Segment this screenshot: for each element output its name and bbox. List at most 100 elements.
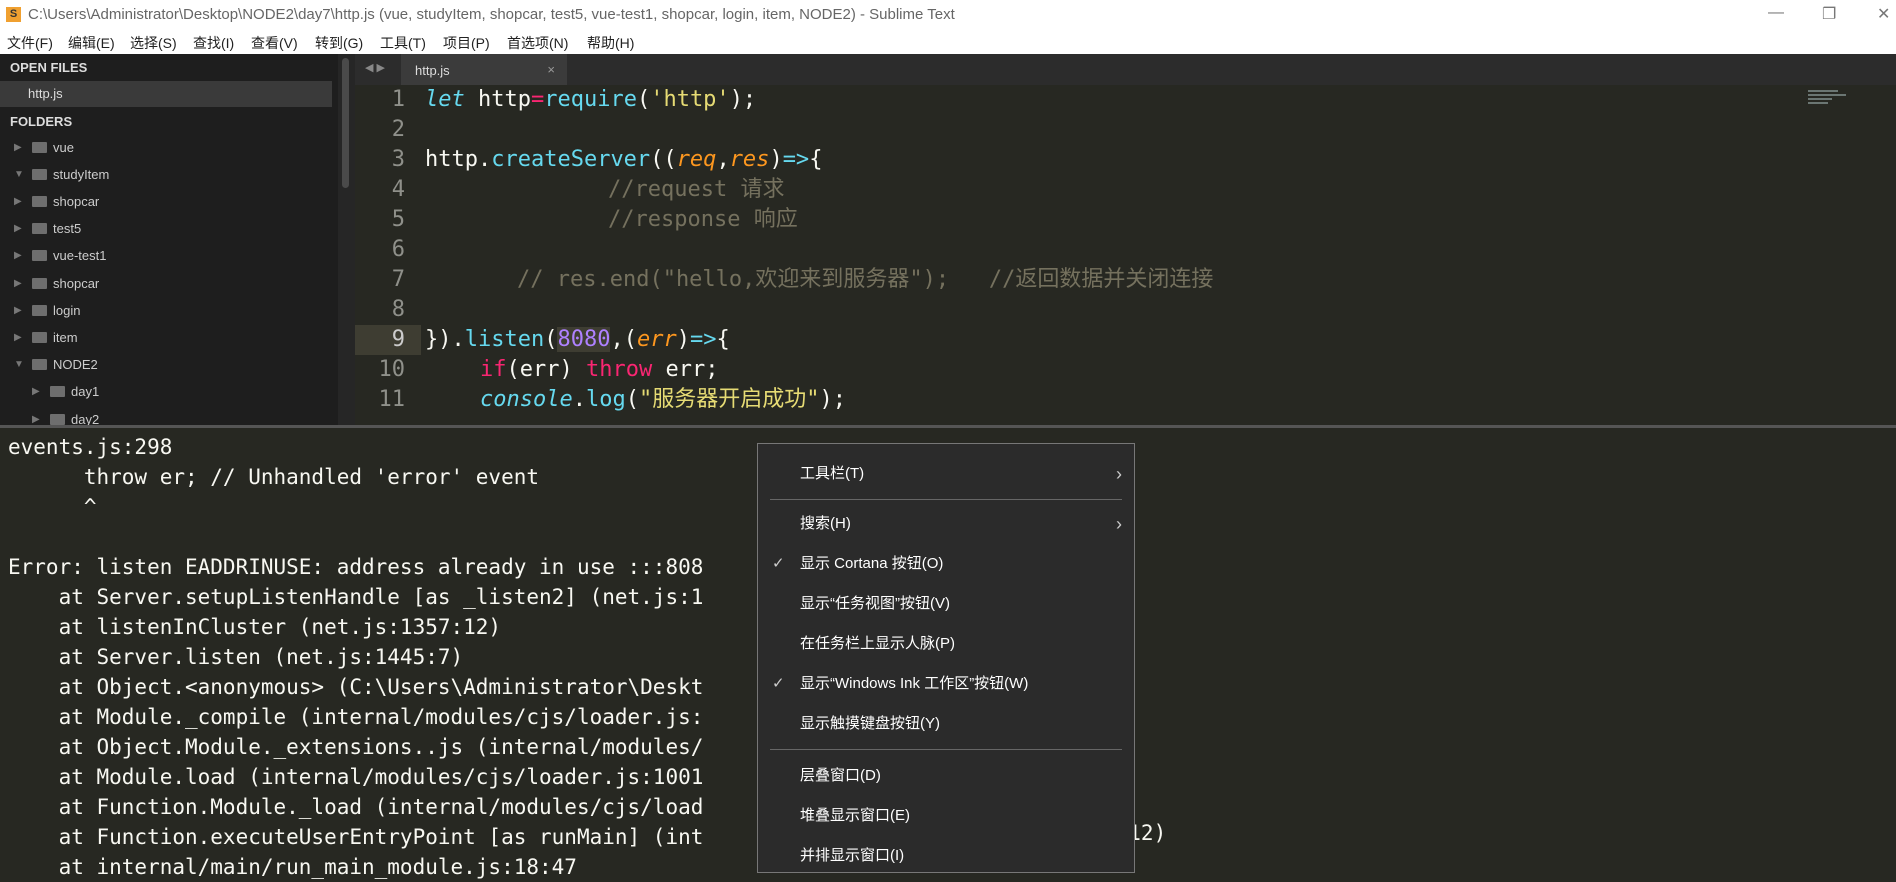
menu-separator (770, 749, 1122, 750)
folder-icon (32, 223, 47, 235)
tab-http-js[interactable]: http.js × (401, 54, 567, 85)
menu-edit[interactable]: 编辑(E) (68, 33, 115, 53)
restore-icon[interactable]: ❐ (1822, 4, 1836, 24)
code-line-10: if(err) throw err; (480, 357, 719, 382)
line-number: 3 (391, 147, 405, 172)
folder-label: shopcar (53, 275, 100, 291)
context-menu-item[interactable]: 显示触摸键盘按钮(Y) (758, 706, 1134, 742)
folder-label: shopcar (53, 193, 100, 209)
menu-help[interactable]: 帮助(H) (587, 33, 634, 53)
folder-item[interactable]: ▶ vue (14, 136, 74, 158)
close-tab-icon[interactable]: × (547, 62, 555, 77)
submenu-chevron-icon: › (1116, 514, 1122, 534)
menu-item-label: 并排显示窗口(I) (800, 847, 905, 864)
sidebar: OPEN FILES http.js FOLDERS ▶ vue ▼ studyIte… (0, 54, 338, 427)
tab-nav-arrows-icon[interactable]: ◀ ▶ (365, 61, 385, 74)
context-menu-item[interactable]: 工具栏(T) › (758, 456, 1134, 492)
code-editor[interactable]: 1 2 3 4 5 6 7 8 9 10 11 let http=require('http'); … (355, 85, 1896, 425)
folder-item[interactable]: ▶ item (14, 326, 78, 348)
check-icon: ✓ (772, 675, 785, 692)
menu-item-label: 显示 Cortana 按钮(O) (800, 555, 944, 572)
context-menu-item[interactable]: 层叠窗口(D) (758, 758, 1134, 794)
folder-item[interactable]: ▶ test5 (14, 218, 81, 240)
collapsed-arrow-icon[interactable]: ▶ (14, 305, 26, 316)
menu-item-label: 层叠窗口(D) (800, 767, 881, 784)
code-line-3: http.createServer((req,res)=>{ (425, 147, 823, 172)
folder-item[interactable]: ▶ vue-test1 (14, 245, 106, 267)
menu-find[interactable]: 查找(I) (193, 33, 234, 53)
folder-icon (32, 141, 47, 153)
line-number: 10 (378, 357, 406, 382)
context-menu-item[interactable]: 堆叠显示窗口(E) (758, 798, 1134, 834)
context-menu-item[interactable]: 在任务栏上显示人脉(P) (758, 626, 1134, 662)
sidebar-scrollbar[interactable] (338, 54, 355, 425)
context-menu-item[interactable]: ✓ 显示 Cortana 按钮(O) (758, 546, 1134, 582)
output-line: at Function.executeUserEntryPoint [as ru… (8, 825, 704, 849)
folder-item[interactable]: ▶ login (14, 299, 80, 321)
collapsed-arrow-icon[interactable]: ▶ (32, 386, 44, 397)
folder-label: test5 (53, 221, 82, 237)
collapsed-arrow-icon[interactable]: ▶ (32, 414, 44, 425)
folder-item[interactable]: ▶ shopcar (14, 190, 99, 212)
collapsed-arrow-icon[interactable]: ▶ (14, 250, 26, 261)
output-line: at Object.<anonymous> (C:\Users\Administ… (8, 675, 704, 699)
check-icon: ✓ (772, 555, 785, 572)
tab-label: http.js (415, 63, 450, 78)
output-line: at internal/main/run_main_module.js:18:4… (8, 855, 577, 879)
line-number: 2 (391, 117, 405, 142)
folder-icon (32, 250, 47, 262)
context-menu-item[interactable]: 搜索(H) › (758, 506, 1134, 542)
code-line-7: // res.end("hello,欢迎来到服务器"); //返回数据并关闭连接 (517, 267, 1214, 292)
line-number: 1 (391, 87, 405, 112)
folder-icon (32, 331, 47, 343)
code-line-5: //response 响应 (608, 207, 798, 232)
folder-label: vue (53, 139, 74, 155)
open-file-item[interactable]: http.js (0, 81, 332, 107)
minimize-icon[interactable]: — (1768, 4, 1784, 22)
tab-bar: ◀ ▶ http.js × (355, 54, 1896, 85)
collapsed-arrow-icon[interactable]: ▶ (14, 142, 26, 153)
folder-item[interactable]: ▶ day1 (32, 381, 99, 403)
menu-preferences[interactable]: 首选项(N) (507, 33, 568, 53)
open-files-heading: OPEN FILES (10, 60, 88, 75)
folder-item[interactable]: ▼ NODE2 (14, 354, 98, 376)
collapsed-arrow-icon[interactable]: ▶ (14, 332, 26, 343)
folder-icon (32, 304, 47, 316)
output-line: at listenInCluster (net.js:1357:12) (8, 615, 502, 639)
menu-item-label: 显示“任务视图”按钮(V) (800, 595, 950, 612)
menu-goto[interactable]: 转到(G) (315, 33, 363, 53)
collapsed-arrow-icon[interactable]: ▶ (14, 196, 26, 207)
folder-item[interactable]: ▼ studyItem (14, 163, 109, 185)
collapsed-arrow-icon[interactable]: ▶ (14, 223, 26, 234)
expanded-arrow-icon[interactable]: ▼ (14, 359, 26, 370)
folder-icon (32, 277, 47, 289)
line-number: 8 (391, 297, 405, 322)
close-icon[interactable]: ✕ (1877, 4, 1890, 24)
line-number: 7 (391, 267, 405, 292)
folder-item[interactable]: ▶ shopcar (14, 272, 99, 294)
code-line-4: //request 请求 (608, 177, 785, 202)
minimap[interactable] (1808, 88, 1848, 112)
expanded-arrow-icon[interactable]: ▼ (14, 169, 26, 180)
menu-file[interactable]: 文件(F) (7, 33, 53, 53)
line-number: 5 (391, 207, 405, 232)
output-line: events.js:298 (8, 435, 173, 459)
collapsed-arrow-icon[interactable]: ▶ (14, 278, 26, 289)
output-line: at Module._compile (internal/modules/cjs… (8, 705, 704, 729)
line-number: 9 (355, 325, 421, 355)
context-menu-item[interactable]: ✓ 显示“Windows Ink 工作区”按钮(W) (758, 666, 1134, 702)
menu-selection[interactable]: 选择(S) (130, 33, 177, 53)
menu-project[interactable]: 项目(P) (443, 33, 490, 53)
folder-label: NODE2 (53, 357, 98, 373)
context-menu-item[interactable]: 显示“任务视图”按钮(V) (758, 586, 1134, 622)
output-line: at Server.setupListenHandle [as _listen2… (8, 585, 704, 609)
output-line: ^ (8, 495, 97, 519)
code-line-11: console.log("服务器开启成功"); (480, 387, 846, 412)
menu-tools[interactable]: 工具(T) (380, 33, 426, 53)
folder-icon (50, 413, 65, 425)
folder-label: vue-test1 (53, 248, 107, 264)
context-menu-item[interactable]: 并排显示窗口(I) (758, 838, 1134, 874)
menu-view[interactable]: 查看(V) (251, 33, 298, 53)
menu-item-label: 在任务栏上显示人脉(P) (800, 635, 955, 652)
menu-item-label: 堆叠显示窗口(E) (800, 807, 910, 824)
